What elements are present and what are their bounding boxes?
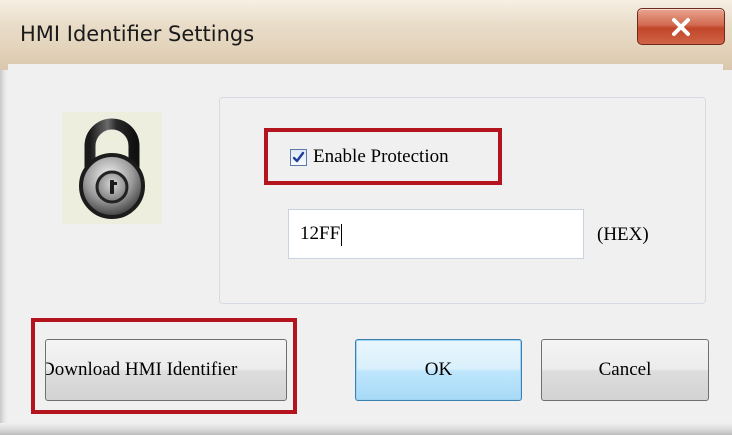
- ok-button-label: OK: [424, 359, 453, 380]
- highlight-box-protection: [264, 128, 502, 185]
- close-x-icon: [672, 17, 690, 36]
- highlight-box-download: [31, 318, 297, 414]
- window-left-edge: [0, 70, 8, 435]
- text-caret: [341, 223, 343, 246]
- close-button[interactable]: [637, 8, 725, 45]
- dialog-screenshot: HMI Identifier Settings Enable Protectio…: [0, 0, 732, 435]
- window-bottom-edge: [0, 423, 732, 435]
- hex-format-label: (HEX): [597, 224, 649, 245]
- title-bar[interactable]: HMI Identifier Settings: [0, 0, 732, 70]
- cancel-button-label: Cancel: [598, 359, 652, 380]
- lock-image: [62, 112, 162, 224]
- ok-button[interactable]: OK: [355, 339, 522, 401]
- cancel-button[interactable]: Cancel: [541, 339, 709, 401]
- dialog-title: HMI Identifier Settings: [20, 22, 255, 46]
- identifier-value: 12FF: [300, 223, 341, 244]
- padlock-icon: [79, 118, 145, 219]
- identifier-hex-input[interactable]: 12FF: [288, 209, 584, 259]
- hmi-identifier-dialog: HMI Identifier Settings Enable Protectio…: [0, 0, 732, 435]
